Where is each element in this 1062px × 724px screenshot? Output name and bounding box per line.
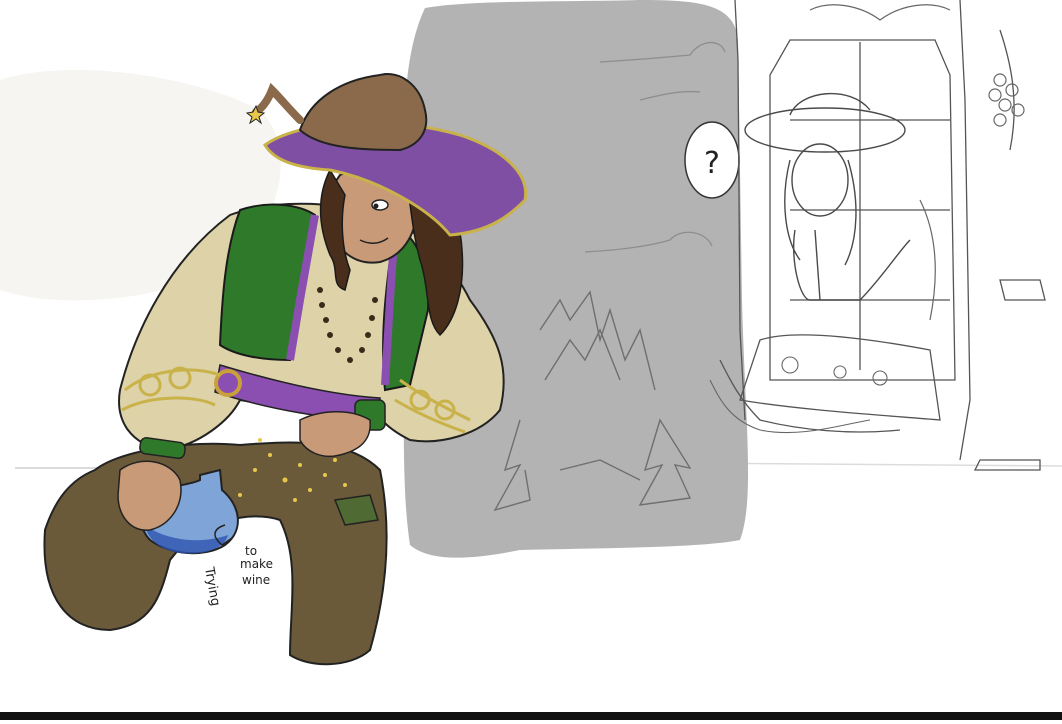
annotation-line-4: wine	[242, 573, 270, 587]
annotation-line-3: make	[240, 557, 273, 571]
annotation-line-2: to	[245, 544, 257, 558]
bottom-bar	[0, 712, 1062, 720]
annotation: Trying to make wine	[201, 544, 273, 607]
wizard-right-hand	[299, 411, 371, 457]
wizard-pupil	[373, 203, 379, 209]
hat-crown	[298, 73, 428, 152]
illustration-svg: ? Trying to make wine	[0, 0, 1062, 666]
illustration-canvas: ? Trying to make wine	[0, 0, 1062, 720]
vine-sketch	[809, 4, 1025, 321]
window-sketch	[719, 0, 1046, 471]
thought-bubble-symbol: ?	[704, 146, 720, 181]
annotation-line-1: Trying	[201, 565, 223, 607]
